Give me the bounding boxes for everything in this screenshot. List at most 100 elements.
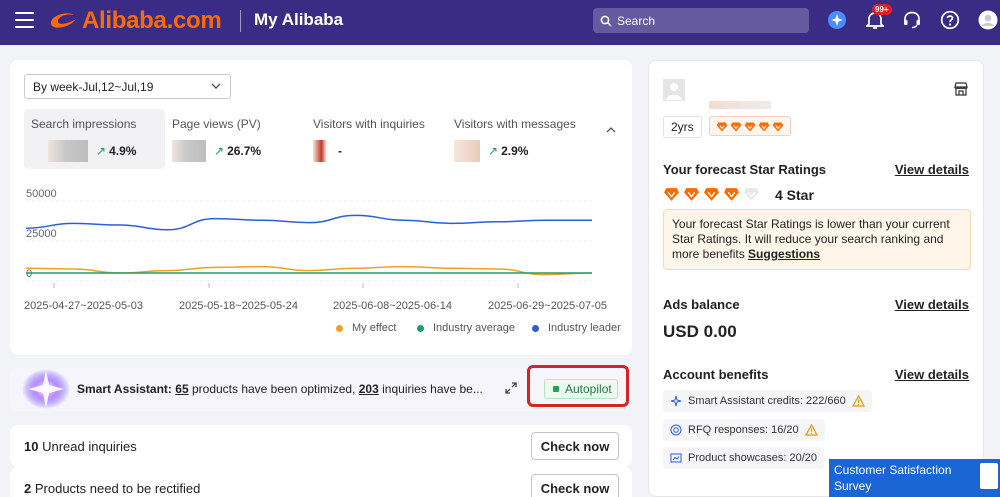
logo-text: Alibaba.com [82,7,222,34]
expand-icon[interactable] [504,381,518,395]
supplier-rating-badge [709,116,791,136]
trend-line-chart: 50000 25000 0 2025-04-27~2025-05-03 2025-05-… [24,188,607,312]
x-tick-label: 2025-04-27~2025-05-03 [24,300,143,312]
top-navigation-bar: Alibaba.com My Alibaba Search 99+ [0,0,1000,45]
task-text: 10 Unread inquiries [24,439,137,454]
customer-survey-button[interactable]: Customer Satisfaction Survey [829,459,1000,497]
y-tick-label: 50000 [26,188,57,200]
metric-visitors-messages[interactable]: Visitors with messages ↗ 2.9% [447,109,588,169]
metric-change: 26.7% [227,144,262,158]
customer-service-icon[interactable] [901,9,923,31]
ai-assistant-icon[interactable] [826,9,848,31]
smart-assistant-orb-icon [22,369,70,409]
legend-industry-leader: Industry leader [532,322,621,334]
products-optimized-count[interactable]: 65 [175,382,188,396]
search-icon [600,15,612,27]
warning-icon [804,424,818,436]
diamond-star-empty-icon [743,186,760,208]
store-icon[interactable] [953,81,969,97]
legend-industry-average: Industry average [417,322,515,334]
menu-icon[interactable] [15,12,34,28]
task-count: 10 [24,439,39,454]
highlight-annotation [527,365,629,407]
search-placeholder: Search [617,13,656,28]
chevron-up-icon[interactable] [606,126,616,133]
forecast-star-rating [663,186,760,208]
view-details-link[interactable]: View details [895,297,969,312]
target-icon [670,424,682,436]
x-tick-label: 2025-06-29~2025-07-05 [488,300,607,312]
benefit-text: Smart Assistant credits: 222/660 [688,395,846,407]
x-tick-label: 2025-05-18~2025-05-24 [179,300,298,312]
suggestions-link[interactable]: Suggestions [748,247,820,261]
diamond-star-icon [758,120,770,132]
forecast-star-heading: Your forecast Star Ratings [663,162,827,177]
series-line-industry-leader [25,214,592,231]
view-details-link[interactable]: View details [895,162,969,177]
task-row-unread-inquiries: 10 Unread inquiries Check now [10,425,632,467]
diamond-star-icon [772,120,784,132]
check-now-button[interactable]: Check now [531,432,619,460]
arrow-up-right-icon: ↗ [214,144,225,158]
inquiries-count[interactable]: 203 [359,382,379,396]
user-avatar-icon[interactable] [977,9,999,31]
star-rating-label: 4 Star [775,187,814,203]
benefit-rfq-responses[interactable]: RFQ responses: 16/20 [663,419,825,441]
week-range-select[interactable]: By week-Jul,12~Jul,19 [24,74,231,99]
legend-label: Industry leader [548,322,621,334]
x-tick-label: 2025-06-08~2025-06-14 [333,300,452,312]
chevron-down-icon [211,83,221,89]
task-count: 2 [24,481,32,496]
blurred-value [172,140,206,162]
check-now-button[interactable]: Check now [531,474,619,497]
diamond-star-icon [744,120,756,132]
search-input[interactable]: Search [593,8,809,33]
benefit-smart-assistant-credits[interactable]: Smart Assistant credits: 222/660 [663,390,872,412]
blurred-value [48,140,88,162]
account-benefits-heading: Account benefits [663,367,769,382]
legend-dot [532,324,539,332]
blurred-value [454,140,480,162]
legend-dot [417,324,424,332]
diamond-star-icon [716,120,728,132]
header-divider [240,10,241,32]
assistant-text: products have been optimized, [191,382,356,396]
metric-label: Visitors with inquiries [313,117,425,131]
assistant-text: inquiries have be... [382,382,483,396]
alibaba-logo-icon [51,13,76,28]
showcase-icon [670,452,682,464]
blurred-value [313,140,327,162]
legend-label: Industry average [433,322,515,334]
diamond-star-icon [683,186,700,208]
metric-change: 4.9% [109,144,137,158]
task-text: 2 Products need to be rectified [24,481,200,496]
task-row-products-rectify: 2 Products need to be rectified Check no… [10,467,632,497]
forecast-warning-note: Your forecast Star Ratings is lower than… [663,209,971,270]
legend-dot [336,324,343,332]
alibaba-logo[interactable]: Alibaba.com [48,6,222,36]
diamond-star-icon [723,186,740,208]
diamond-star-icon [663,186,680,208]
arrow-up-right-icon: ↗ [488,144,499,158]
metric-label: Page views (PV) [172,117,261,131]
ads-balance-heading: Ads balance [663,297,740,312]
warning-icon [851,395,865,407]
benefit-product-showcases[interactable]: Product showcases: 20/20 [663,447,825,469]
metric-search-impressions[interactable]: Search impressions ↗ 4.9% [24,109,165,169]
legend-my-effect: My effect [336,322,396,334]
benefit-text: Product showcases: 20/20 [688,452,818,464]
metric-change: - [338,144,342,158]
view-details-link[interactable]: View details [895,367,969,382]
years-badge: 2yrs [663,116,702,138]
y-tick-label: 25000 [26,228,57,240]
metric-label: Search impressions [31,117,137,131]
week-range-value: By week-Jul,12~Jul,19 [33,80,154,94]
smart-assistant-summary: Smart Assistant: 65 products have been o… [77,382,483,396]
y-tick-label: 0 [26,268,32,280]
metric-change: 2.9% [501,144,529,158]
metric-visitors-inquiries[interactable]: Visitors with inquiries - [306,109,447,169]
help-icon[interactable] [939,9,961,31]
metric-page-views[interactable]: Page views (PV) ↗ 26.7% [165,109,306,169]
blurred-company-name [709,101,771,109]
performance-overview-panel: By week-Jul,12~Jul,19 Search impressions… [10,60,632,355]
